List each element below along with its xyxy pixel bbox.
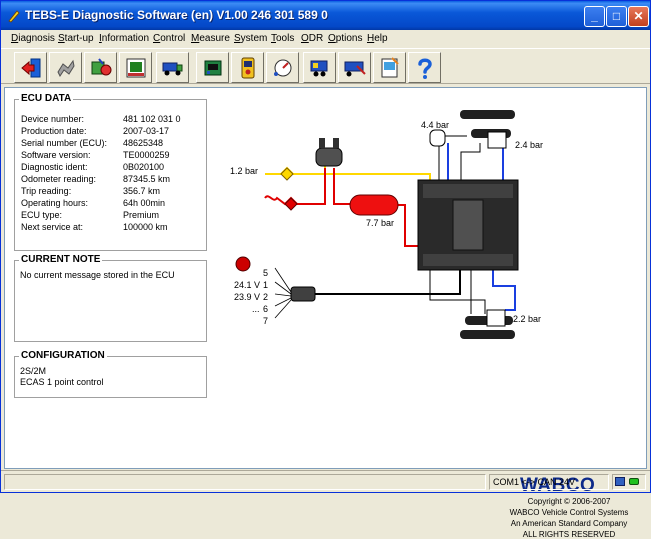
- trailer-button[interactable]: [303, 52, 336, 83]
- close-button[interactable]: ✕: [628, 6, 649, 27]
- menu-tools[interactable]: Tools: [271, 33, 294, 44]
- pin-label: 5: [263, 268, 269, 278]
- help-icon: [418, 58, 432, 79]
- sensor-line: [495, 142, 504, 184]
- ecu-data-button[interactable]: [119, 52, 152, 83]
- truck-control-icon: [162, 62, 183, 76]
- exit-icon: [21, 58, 41, 78]
- help-button[interactable]: [408, 52, 441, 83]
- main-window: TEBS-E Diagnostic Software (en) V1.00 24…: [0, 0, 651, 539]
- menu-options[interactable]: Options: [328, 33, 362, 44]
- start-up-button[interactable]: [49, 52, 82, 83]
- brake-system-diagram: [235, 110, 519, 339]
- maximize-button[interactable]: □: [606, 6, 627, 27]
- start-up-icon: [57, 59, 75, 77]
- pin-label: 7: [263, 316, 269, 326]
- wire: [429, 270, 486, 314]
- pin-label: 1: [263, 280, 269, 290]
- sensor-line: [492, 270, 516, 311]
- document-icon: [381, 57, 399, 78]
- menu-control[interactable]: Control: [153, 33, 185, 44]
- ebs-modulator: [423, 184, 513, 198]
- diagnosis-icon: [91, 58, 112, 76]
- pressure-label: 7.7 bar: [366, 218, 395, 228]
- truck-control-button[interactable]: [156, 52, 189, 83]
- brake-chamber-top: [487, 131, 507, 149]
- trailer-config-icon: [344, 61, 366, 77]
- valve-top: [315, 147, 343, 167]
- measure-button[interactable]: [266, 52, 299, 83]
- parent-company-text: An American Standard Company: [510, 519, 628, 528]
- voltage-label: ...: [252, 304, 260, 314]
- wabco-app-icon: [8, 10, 20, 23]
- menu-diagnosis[interactable]: Diagnosis: [11, 33, 55, 44]
- connection-led-icon: [629, 478, 639, 485]
- trailer-config-button[interactable]: [338, 52, 371, 83]
- menu-system[interactable]: System: [234, 33, 267, 44]
- exit-button[interactable]: [14, 52, 47, 83]
- voltage-label: 23.9 V: [234, 292, 261, 302]
- trailer-icon: [310, 60, 328, 77]
- display-icon: [241, 57, 255, 79]
- control-line: [397, 204, 418, 247]
- toolbar: [1, 48, 650, 84]
- wire: [460, 143, 481, 184]
- menu-information[interactable]: Information: [99, 33, 149, 44]
- company-text: WABCO Vehicle Control Systems: [509, 508, 629, 517]
- status-indicators: [612, 474, 646, 490]
- pin-label: 6: [263, 304, 269, 314]
- pin-label: 2: [263, 292, 269, 302]
- menu-measure[interactable]: Measure: [191, 33, 230, 44]
- menu-odr[interactable]: ODR: [301, 33, 323, 44]
- pressure-label: 1.2 bar: [230, 166, 259, 176]
- ecu-button[interactable]: [196, 52, 229, 83]
- status-bar: COM1 <-> CAN 24V: [1, 470, 650, 492]
- pressure-sensor-top: [429, 129, 446, 147]
- main-content: ECU DATA Device number: 481 102 031 0 Pro…: [4, 87, 647, 539]
- pressure-label: 4.4 bar: [421, 120, 450, 130]
- diagnosis-button[interactable]: [84, 52, 117, 83]
- warning-lamp: [235, 256, 251, 272]
- ebs-modulator: [423, 254, 513, 266]
- rights-text: ALL RIGHTS RESERVED: [522, 530, 616, 539]
- ecu-icon: [204, 60, 222, 76]
- minimize-button[interactable]: _: [584, 6, 605, 27]
- computer-icon: [615, 477, 625, 486]
- valve-top: [319, 138, 325, 148]
- yellow-coupling: [280, 167, 294, 181]
- pin-wires: [274, 267, 292, 319]
- measure-icon: [274, 59, 292, 77]
- connection-status: COM1 <-> CAN 24V: [489, 474, 609, 490]
- iso-connector: [290, 286, 316, 302]
- window-title: TEBS-E Diagnostic Software (en) V1.00 24…: [25, 8, 328, 22]
- document-button[interactable]: [373, 52, 406, 83]
- cable: [315, 270, 461, 295]
- display-button[interactable]: [231, 52, 264, 83]
- brake-chamber-bottom: [486, 309, 506, 327]
- valve-top: [333, 138, 339, 148]
- menu-bar: Diagnosis Start-up Information Control M…: [1, 30, 650, 48]
- copyright-text: Copyright © 2006-2007: [527, 497, 611, 506]
- wheel-top: [460, 110, 515, 119]
- status-pane: [4, 474, 486, 490]
- red-coupling: [284, 197, 298, 211]
- ebs-modulator: [452, 199, 484, 251]
- pressure-label: 2.2 bar: [513, 314, 542, 324]
- axle-bottom: [460, 330, 515, 339]
- pressure-label: 2.4 bar: [515, 140, 544, 150]
- air-reservoir: [349, 194, 399, 216]
- menu-help[interactable]: Help: [367, 33, 388, 44]
- ecu-data-icon: [126, 58, 146, 78]
- menu-start-up[interactable]: Start-up: [58, 33, 94, 44]
- title-bar[interactable]: TEBS-E Diagnostic Software (en) V1.00 24…: [1, 1, 650, 30]
- voltage-label: 24.1 V: [234, 280, 261, 290]
